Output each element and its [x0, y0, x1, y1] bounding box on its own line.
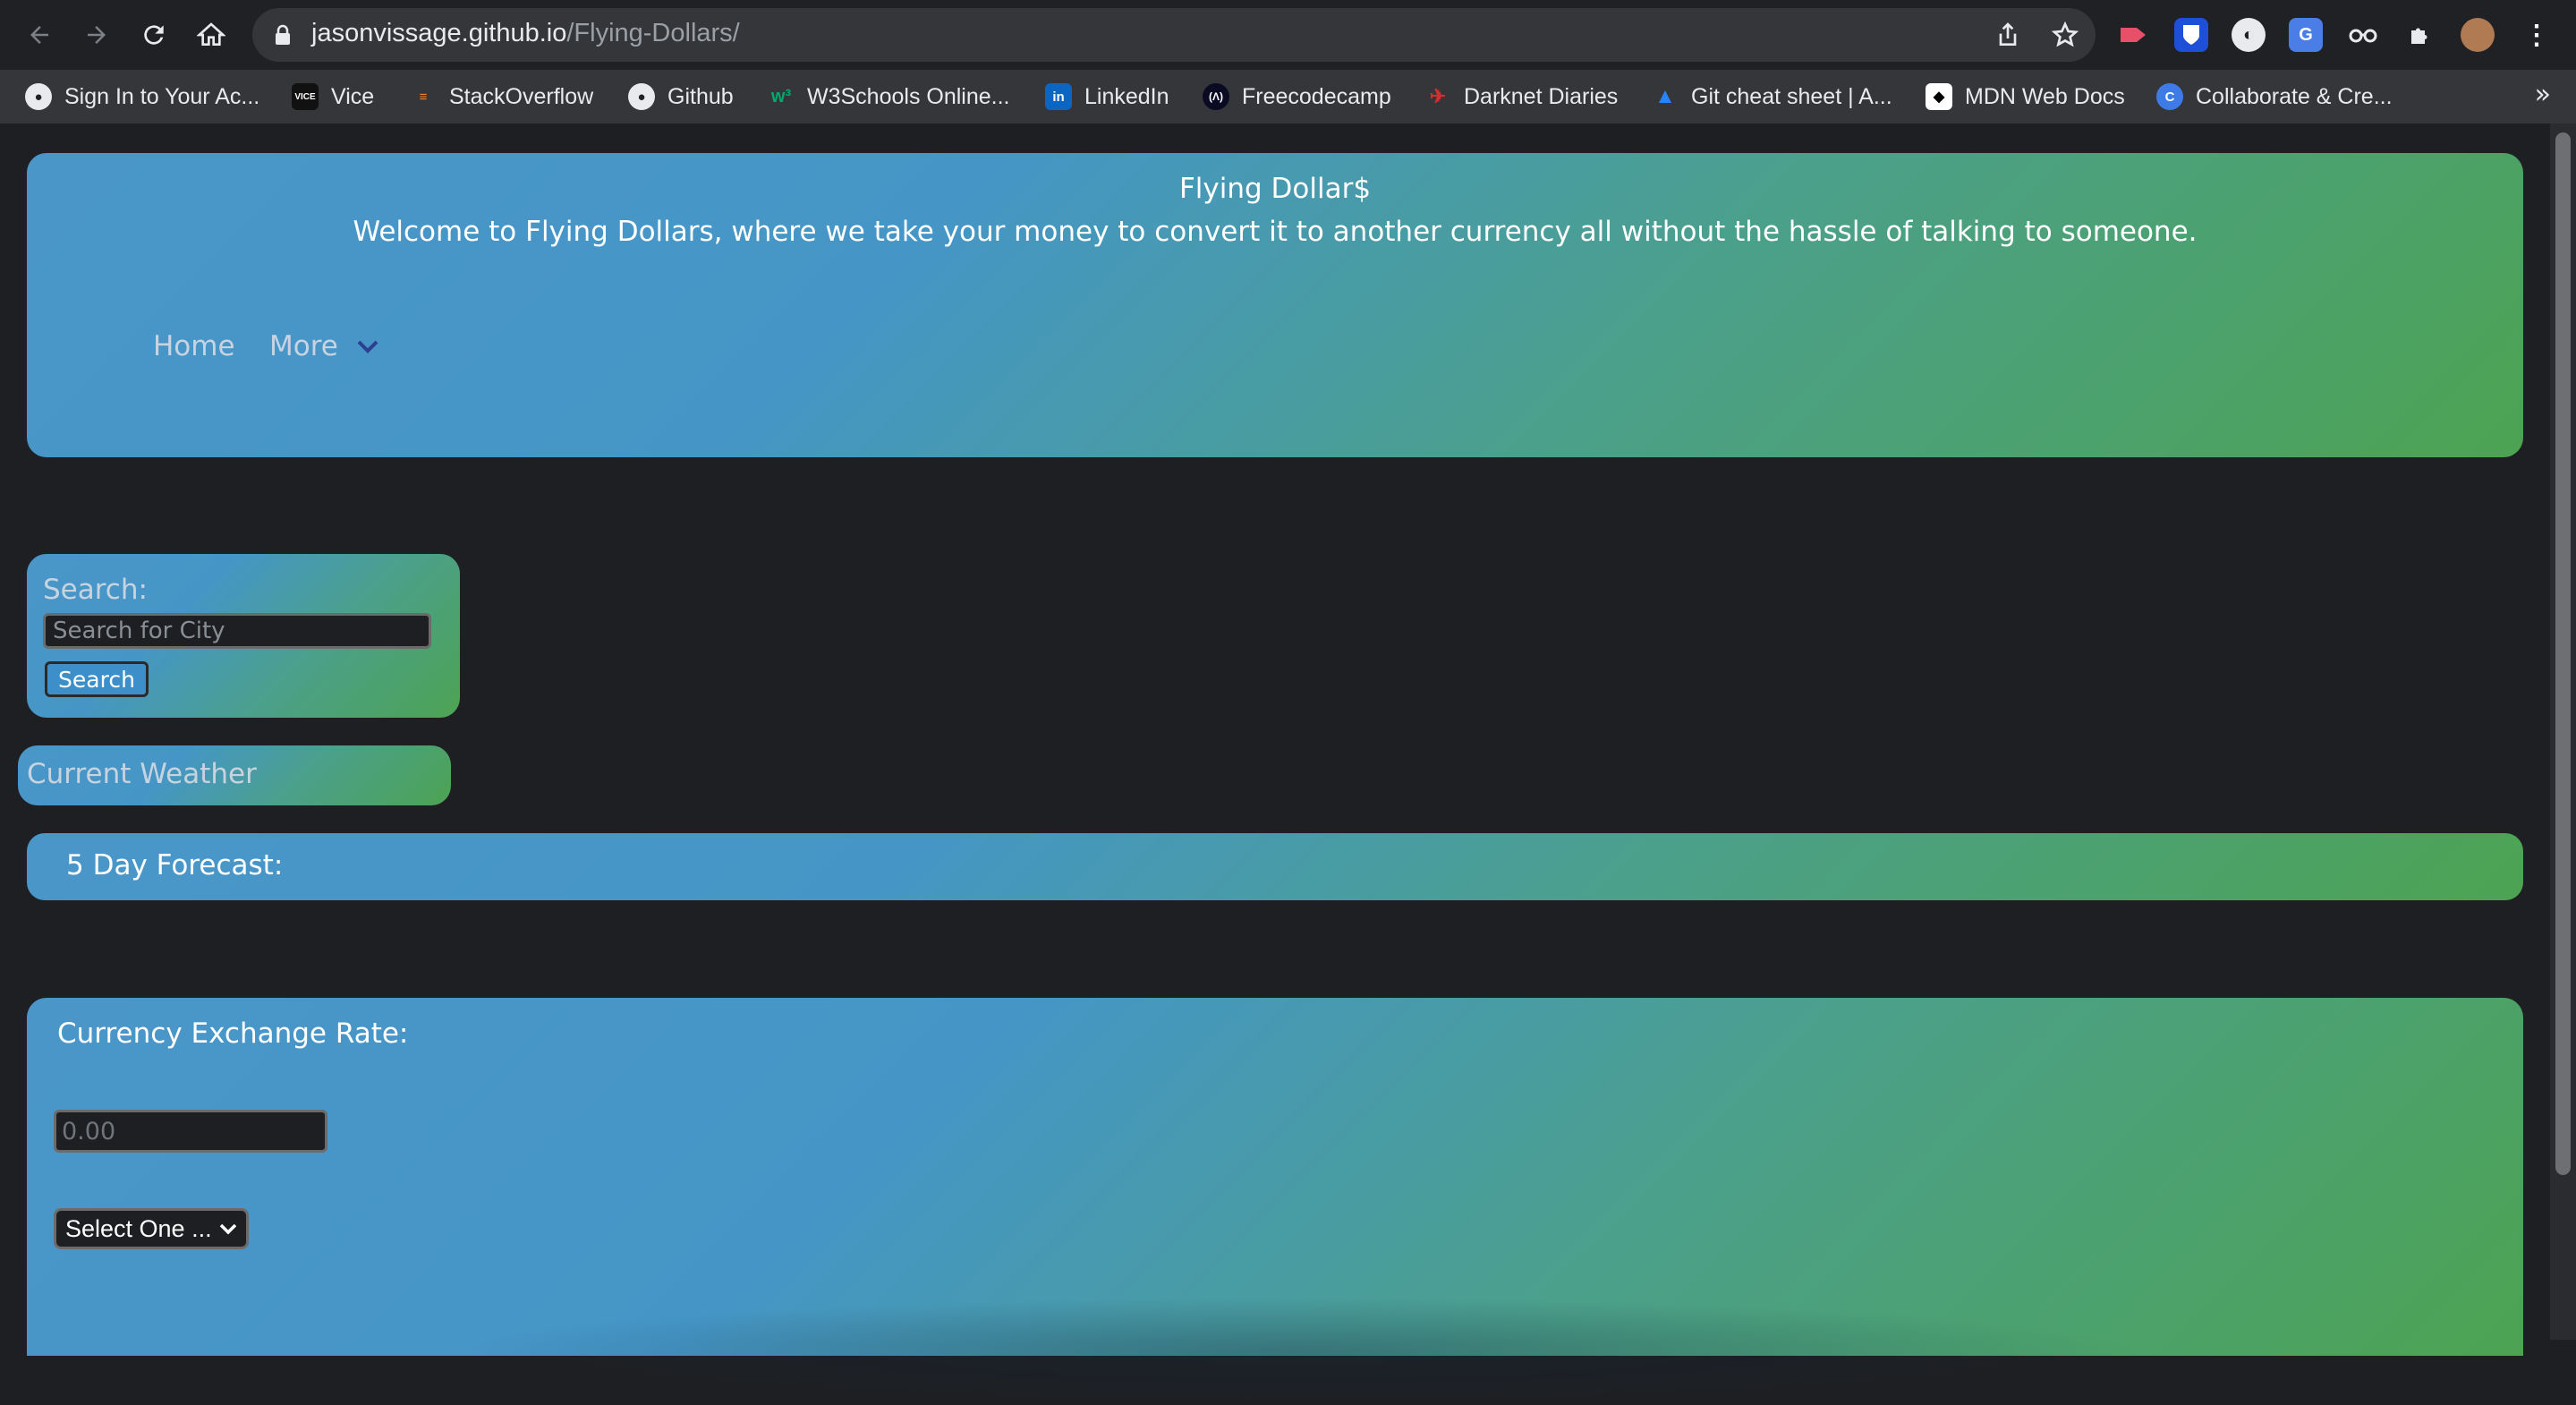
- share-icon[interactable]: [1994, 21, 2022, 49]
- atlassian-icon: ▲: [1654, 84, 1676, 108]
- bookmark-label: W3Schools Online...: [807, 83, 1010, 109]
- search-card: Search: Search: [27, 554, 460, 718]
- bookmark-label: Collaborate & Cre...: [2196, 83, 2393, 109]
- forward-button[interactable]: [77, 15, 116, 55]
- browser-toolbar: jasonvissage.github.io/Flying-Dollars/ ◐…: [0, 0, 2576, 70]
- search-label: Search:: [43, 574, 148, 606]
- site-subtitle: Welcome to Flying Dollars, where we take…: [353, 216, 2198, 248]
- globe-icon: ●: [25, 83, 52, 110]
- currency-select[interactable]: Select One ...: [54, 1208, 249, 1249]
- freecodecamp-icon: (Λ): [1203, 83, 1229, 110]
- glasses-extension-icon[interactable]: [2346, 18, 2380, 52]
- address-bar[interactable]: jasonvissage.github.io/Flying-Dollars/: [252, 8, 2096, 62]
- nav-more-dropdown[interactable]: More: [269, 330, 379, 362]
- forward-arrow-icon: [88, 26, 106, 44]
- bookmark-item[interactable]: in LinkedIn: [1045, 70, 1169, 123]
- bookmark-item[interactable]: ◆ MDN Web Docs: [1926, 70, 2125, 123]
- linkedin-icon: in: [1045, 83, 1072, 110]
- screencast-extension-icon[interactable]: [2117, 18, 2151, 52]
- bookmark-label: Freecodecamp: [1242, 83, 1391, 109]
- bookmark-label: StackOverflow: [449, 83, 594, 109]
- translate-extension-icon[interactable]: G: [2289, 18, 2323, 52]
- site-header: Flying Dollar$ Welcome to Flying Dollars…: [27, 153, 2523, 457]
- bookmark-item[interactable]: ✈ Darknet Diaries: [1424, 70, 1619, 123]
- current-weather-card: Current Weather: [18, 745, 451, 805]
- lock-icon: [276, 24, 290, 45]
- currency-select-value: Select One ...: [65, 1214, 212, 1242]
- decorative-shadow: [447, 1298, 2147, 1405]
- bookmark-label: MDN Web Docs: [1965, 83, 2125, 109]
- bookmark-item[interactable]: ≡ StackOverflow: [410, 70, 594, 123]
- bookmark-item[interactable]: ● Github: [628, 70, 734, 123]
- bookmark-label: Vice: [331, 83, 375, 109]
- forecast-section: 5 Day Forecast:: [27, 833, 2523, 900]
- currency-label: Currency Exchange Rate:: [57, 1018, 409, 1050]
- bookmark-item[interactable]: ● Sign In to Your Ac...: [25, 70, 259, 123]
- bookmark-label: Git cheat sheet | A...: [1691, 83, 1892, 109]
- amount-input[interactable]: [54, 1110, 327, 1153]
- mdn-icon: ◆: [1926, 83, 1952, 110]
- bookmark-item[interactable]: C Collaborate & Cre...: [2156, 70, 2393, 123]
- puzzle-extensions-icon[interactable]: [2403, 18, 2437, 52]
- scrollbar-thumb[interactable]: [2555, 132, 2571, 1175]
- bookmarks-overflow-button[interactable]: »: [2535, 79, 2551, 110]
- url-host: jasonvissage.github.io: [311, 19, 567, 47]
- home-icon: [197, 22, 225, 46]
- back-button[interactable]: [20, 15, 59, 55]
- site-title: Flying Dollar$: [1178, 173, 1372, 205]
- bookmark-item[interactable]: w³ W3Schools Online...: [768, 70, 1010, 123]
- bookmark-item[interactable]: ▲ Git cheat sheet | A...: [1652, 70, 1892, 123]
- city-search-input[interactable]: [43, 613, 431, 649]
- w3schools-icon: w³: [770, 86, 792, 106]
- canva-icon: C: [2156, 83, 2183, 110]
- url-text: jasonvissage.github.io/Flying-Dollars/: [311, 19, 740, 48]
- github-icon: ●: [628, 83, 655, 110]
- reload-icon: [144, 25, 164, 45]
- darknet-diaries-icon: ✈: [1429, 85, 1447, 107]
- bookmark-item[interactable]: (Λ) Freecodecamp: [1203, 70, 1391, 123]
- bookmark-label: Darknet Diaries: [1464, 83, 1619, 109]
- extension-circle-icon[interactable]: ◐: [2232, 18, 2266, 52]
- vice-icon: VICE: [292, 83, 319, 110]
- nav-home-link[interactable]: Home: [153, 330, 235, 362]
- url-path: /Flying-Dollars/: [566, 19, 740, 47]
- scrollbar[interactable]: [2550, 123, 2576, 1340]
- home-button[interactable]: [191, 15, 231, 55]
- chevron-down-icon: [219, 1223, 237, 1235]
- profile-avatar[interactable]: [2461, 18, 2495, 52]
- current-weather-label: Current Weather: [27, 758, 257, 790]
- back-arrow-icon: [30, 26, 48, 44]
- bookmarks-bar: ● Sign In to Your Ac... VICE Vice ≡ StackOv…: [0, 70, 2576, 123]
- menu-kebab-icon[interactable]: ⋮: [2520, 18, 2554, 52]
- stackoverflow-icon: ≡: [419, 89, 428, 105]
- bitwarden-extension-icon[interactable]: [2174, 18, 2208, 52]
- forecast-label: 5 Day Forecast:: [66, 849, 284, 881]
- search-button[interactable]: Search: [45, 661, 149, 697]
- star-icon[interactable]: [2051, 21, 2079, 49]
- chevron-down-icon: [357, 340, 378, 353]
- bookmark-label: LinkedIn: [1084, 83, 1169, 109]
- bookmark-item[interactable]: VICE Vice: [292, 70, 374, 123]
- bookmark-label: Sign In to Your Ac...: [64, 83, 260, 109]
- reload-button[interactable]: [134, 15, 174, 55]
- bookmark-label: Github: [667, 83, 734, 109]
- nav-more-label: More: [269, 330, 338, 362]
